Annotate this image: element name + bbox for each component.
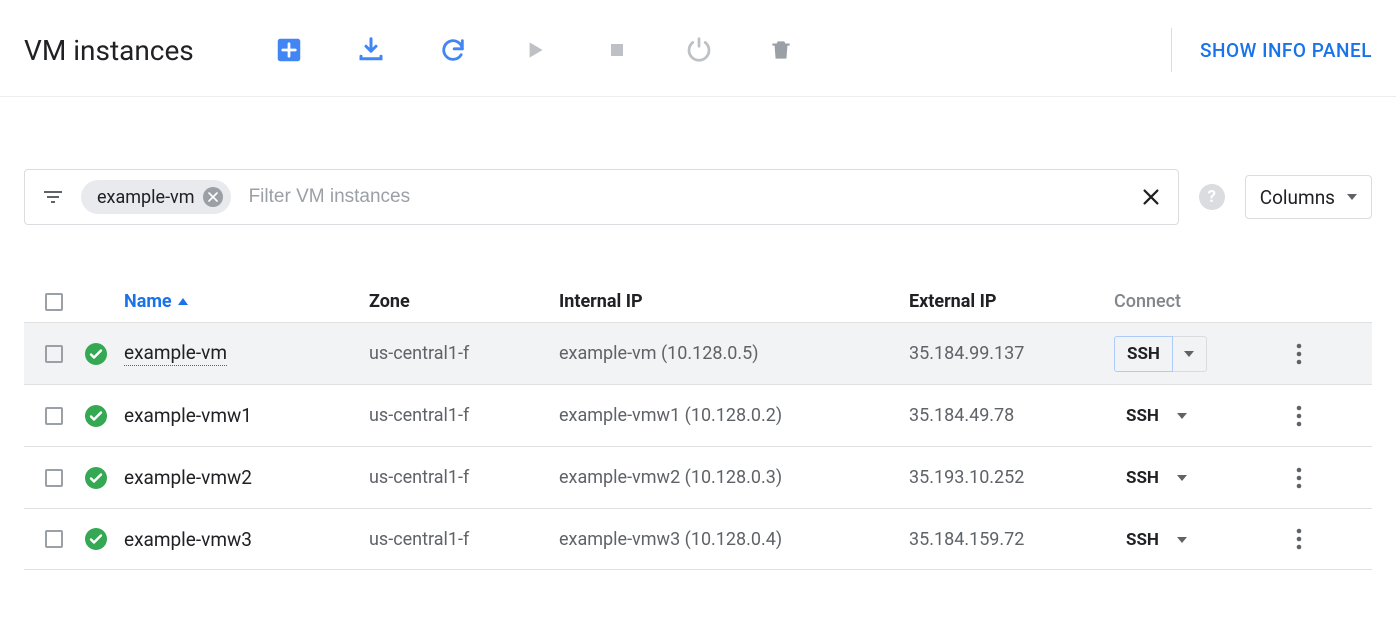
filter-box: example-vm	[24, 169, 1179, 225]
row-checkbox[interactable]	[45, 530, 63, 548]
row-more-menu[interactable]	[1274, 405, 1324, 427]
external-ip-cell: 35.184.49.78	[909, 405, 1114, 426]
status-running-icon	[84, 404, 108, 428]
help-icon[interactable]: ?	[1199, 184, 1225, 210]
row-more-menu[interactable]	[1274, 343, 1324, 365]
table-row[interactable]: example-vmw1 us-central1-f example-vmw1 …	[24, 384, 1372, 446]
column-name[interactable]: Name	[124, 291, 188, 312]
toolbar	[274, 35, 796, 65]
row-more-menu[interactable]	[1274, 528, 1324, 550]
status-running-icon	[84, 527, 108, 551]
toolbar-divider	[1171, 28, 1172, 72]
select-all-checkbox[interactable]	[45, 293, 63, 311]
sort-asc-icon	[178, 298, 188, 305]
page-title: VM instances	[24, 34, 194, 67]
ssh-button[interactable]: SSH	[1114, 530, 1187, 550]
filter-input[interactable]	[247, 185, 1124, 209]
table-row[interactable]: example-vm us-central1-f example-vm (10.…	[24, 322, 1372, 384]
reset-button[interactable]	[684, 35, 714, 65]
ssh-button[interactable]: SSH	[1114, 468, 1187, 488]
show-info-panel-button[interactable]: SHOW INFO PANEL	[1200, 39, 1372, 62]
filter-row: example-vm ? Columns	[0, 145, 1396, 225]
row-checkbox[interactable]	[45, 469, 63, 487]
refresh-button[interactable]	[438, 35, 468, 65]
start-button[interactable]	[520, 35, 550, 65]
column-zone[interactable]: Zone	[369, 291, 559, 312]
row-checkbox[interactable]	[45, 345, 63, 363]
internal-ip-cell: example-vmw1 (10.128.0.2)	[559, 405, 909, 426]
create-instance-button[interactable]	[274, 35, 304, 65]
page-header: VM instances	[0, 0, 1396, 97]
vm-table: Name Zone Internal IP External IP Connec…	[24, 281, 1372, 570]
import-button[interactable]	[356, 35, 386, 65]
instance-name-link[interactable]: example-vm	[124, 341, 227, 366]
row-checkbox[interactable]	[45, 407, 63, 425]
ssh-button[interactable]: SSH	[1114, 336, 1173, 372]
filter-icon	[41, 185, 65, 209]
columns-button[interactable]: Columns	[1245, 175, 1372, 219]
column-connect: Connect	[1114, 291, 1274, 312]
filter-chip-remove-icon[interactable]	[203, 187, 223, 207]
external-ip-cell: 35.184.99.137	[909, 343, 1114, 364]
internal-ip-cell: example-vmw2 (10.128.0.3)	[559, 467, 909, 488]
chevron-down-icon	[1177, 475, 1187, 481]
zone-cell: us-central1-f	[369, 529, 559, 550]
chevron-down-icon	[1177, 413, 1187, 419]
zone-cell: us-central1-f	[369, 405, 559, 426]
filter-chip[interactable]: example-vm	[81, 180, 231, 214]
table-row[interactable]: example-vmw2 us-central1-f example-vmw2 …	[24, 446, 1372, 508]
table-row[interactable]: example-vmw3 us-central1-f example-vmw3 …	[24, 508, 1372, 570]
ssh-button[interactable]: SSH	[1114, 406, 1187, 426]
external-ip-cell: 35.193.10.252	[909, 467, 1114, 488]
table-header: Name Zone Internal IP External IP Connec…	[24, 281, 1372, 322]
internal-ip-cell: example-vm (10.128.0.5)	[559, 343, 909, 364]
filter-chip-label: example-vm	[97, 187, 195, 208]
column-internal-ip[interactable]: Internal IP	[559, 291, 909, 312]
chevron-down-icon	[1184, 351, 1194, 357]
chevron-down-icon	[1177, 537, 1187, 543]
ssh-dropdown-button[interactable]	[1173, 336, 1207, 372]
instance-name-link[interactable]: example-vmw3	[124, 528, 252, 551]
status-running-icon	[84, 466, 108, 490]
instance-name-link[interactable]: example-vmw2	[124, 466, 252, 489]
clear-filter-icon[interactable]	[1140, 186, 1162, 208]
instance-name-link[interactable]: example-vmw1	[124, 404, 252, 427]
zone-cell: us-central1-f	[369, 343, 559, 364]
status-running-icon	[84, 342, 108, 366]
stop-button[interactable]	[602, 35, 632, 65]
columns-button-label: Columns	[1260, 186, 1335, 209]
column-external-ip[interactable]: External IP	[909, 291, 1114, 312]
internal-ip-cell: example-vmw3 (10.128.0.4)	[559, 529, 909, 550]
delete-button[interactable]	[766, 35, 796, 65]
row-more-menu[interactable]	[1274, 467, 1324, 489]
external-ip-cell: 35.184.159.72	[909, 529, 1114, 550]
zone-cell: us-central1-f	[369, 467, 559, 488]
chevron-down-icon	[1347, 194, 1357, 200]
